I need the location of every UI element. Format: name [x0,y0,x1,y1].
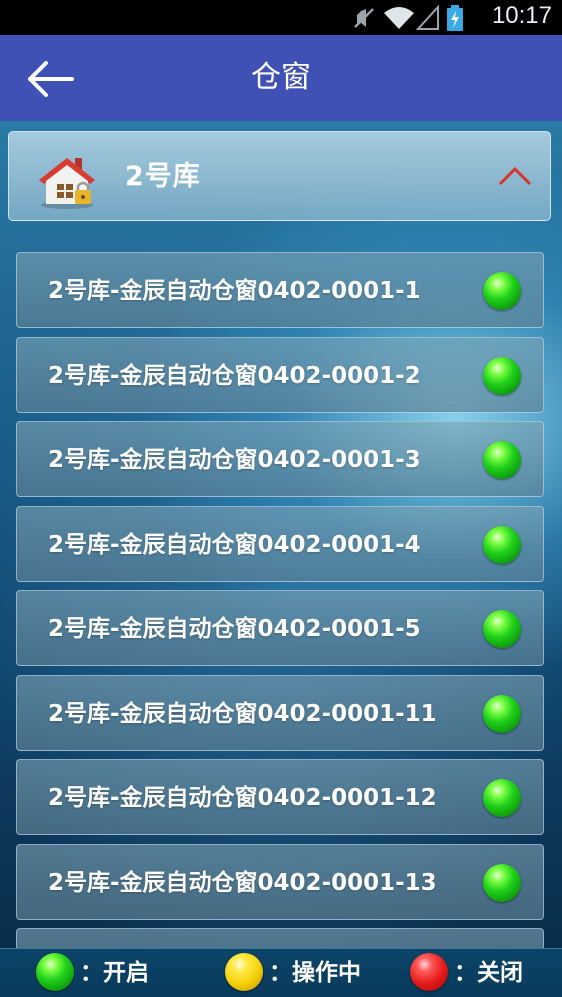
window-list-item[interactable]: 2号库-金辰自动仓窗0402-0001-4 [16,505,544,582]
group-name: 2号库 [125,161,201,192]
legend-operating-label: ：操作中 [269,960,361,986]
window-name: 2号库-金辰自动仓窗0402-0001-13 [48,869,437,896]
open-status-icon [483,525,521,564]
open-status-icon [36,953,74,991]
window-list-item[interactable]: 2号库-金辰自动仓窗0402-0001-13 [16,843,544,920]
legend-open-label: ：开启 [80,960,149,986]
open-status-icon [483,356,521,395]
operating-status-icon [225,953,263,991]
page-title: 仓窗 [251,60,311,95]
window-list-item[interactable]: 2号库-金辰自动仓窗0402-0001-11 [16,674,544,751]
window-name: 2号库-金辰自动仓窗0402-0001-5 [48,616,421,642]
window-name: 2号库-金辰自动仓窗0402-0001-12 [48,785,437,811]
closed-status-icon [410,953,448,991]
legend-closed-label: ：关闭 [454,960,523,986]
window-list: 2号库-金辰自动仓窗0402-0001-1 2号库-金辰自动仓窗0402-0001… [16,252,544,948]
status-bar: 10:17 [0,0,562,35]
window-list-item[interactable]: 2号库-金辰自动仓窗0402-0001-1 [16,252,544,328]
window-list-item[interactable] [16,928,544,948]
arrow-left-icon [28,61,74,97]
window-list-item[interactable]: 2号库-金辰自动仓窗0402-0001-2 [16,336,544,413]
open-status-icon [483,779,521,817]
window-name: 2号库-金辰自动仓窗0402-0001-1 [48,278,421,304]
window-list-item[interactable]: 2号库-金辰自动仓窗0402-0001-12 [16,759,544,835]
open-status-icon [483,441,521,479]
window-name: 2号库-金辰自动仓窗0402-0001-4 [48,531,421,558]
window-list-item[interactable]: 2号库-金辰自动仓窗0402-0001-5 [16,590,544,666]
status-time: 10:17 [491,2,552,29]
open-status-icon [483,863,521,902]
open-status-icon [483,610,521,648]
back-button[interactable] [22,51,78,107]
group-header-toggle[interactable]: 2号库 [8,131,551,221]
open-status-icon [483,694,521,733]
battery-charging-icon [447,5,463,31]
open-status-icon [483,272,521,310]
app-bar: 仓窗 [0,35,562,121]
wifi-icon [384,7,414,29]
window-name: 2号库-金辰自动仓窗0402-0001-11 [48,700,437,727]
window-list-item[interactable]: 2号库-金辰自动仓窗0402-0001-3 [16,421,544,497]
no-signal-icon [416,5,439,30]
window-name: 2号库-金辰自动仓窗0402-0001-2 [48,362,421,389]
window-name [48,929,504,948]
window-name: 2号库-金辰自动仓窗0402-0001-3 [48,447,421,473]
muted-icon [354,8,374,28]
chevron-up-icon [498,166,532,186]
house-lock-icon [39,158,95,209]
status-legend: ：开启 ：操作中 ：关闭 [0,948,562,997]
